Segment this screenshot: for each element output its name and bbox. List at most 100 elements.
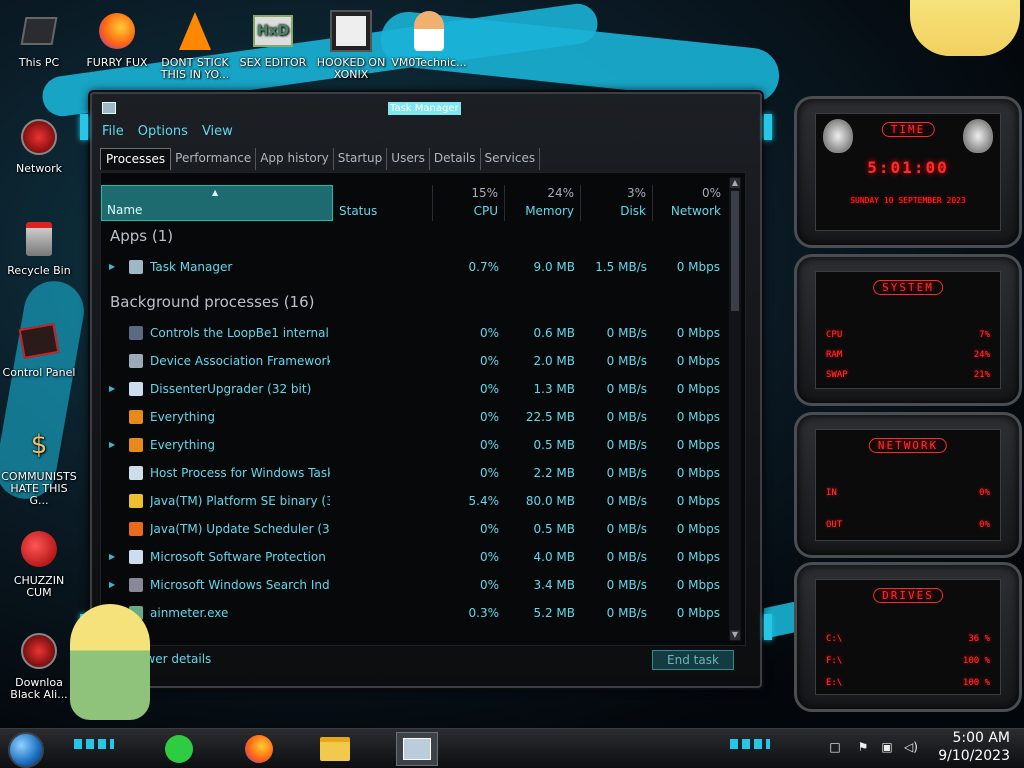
end-task-button[interactable]: End task [652,650,734,670]
column-header-cpu[interactable]: 15% CPU [433,185,505,221]
process-row[interactable]: ▶ Task Manager 0.7% 9.0 MB 1.5 MB/s 0 Mbps [101,253,727,281]
process-row[interactable]: ainmeter.exe 0.3% 5.2 MB 0 MB/s 0 Mbps [101,599,727,627]
desktop-icon-communists[interactable]: $ COMMUNISTS HATE THIS G... [0,422,78,507]
process-disk: 0 MB/s [606,466,647,480]
column-percent: 0% [701,186,721,200]
flag-icon[interactable]: ⚑ [856,740,870,754]
process-row[interactable]: ▶ Microsoft Software Protection P... 0% 4.0… [101,543,727,571]
firefox-taskbar-icon[interactable] [242,732,276,766]
start-button[interactable] [8,732,44,768]
process-row[interactable]: Everything 0% 22.5 MB 0 MB/s 0 Mbps [101,403,727,431]
notes-app-icon[interactable] [162,732,196,766]
desktop-icon-vm0technic[interactable]: VM0Technic... [390,8,468,69]
process-memory: 3.4 MB [533,578,575,592]
row-value: 0% [979,520,990,530]
taskbar-clock[interactable]: 5:00 AM 9/10/2023 [938,729,1010,765]
process-row[interactable]: Java(TM) Update Scheduler (32 ... 0% 0.5 M… [101,515,727,543]
clock-date: 9/10/2023 [938,748,1010,764]
column-header-disk[interactable]: 3% Disk [581,185,653,221]
tab-users[interactable]: Users [387,148,430,170]
process-row[interactable]: Host Process for Windows Tasks 0% 2.2 MB 0 … [101,459,727,487]
process-disk: 0 MB/s [606,550,647,564]
process-row[interactable]: Controls the LoopBe1 internal ... 0% 0.6 M… [101,319,727,347]
column-header-network[interactable]: 0% Network [653,185,727,221]
scroll-up-arrow-icon[interactable]: ▲ [730,178,740,188]
tab-details[interactable]: Details [430,148,481,170]
desktop-icon-hooked-on-xonix[interactable]: HOOKED ON XONIX [312,8,390,81]
menu-bar: File Options View [102,124,233,139]
desktop-icon-download-black[interactable]: Downloa Black Ali... [0,628,78,701]
tab-app-history[interactable]: App history [256,148,334,170]
process-network: 0 Mbps [676,522,720,536]
taskbar-accent [730,739,770,749]
alien-head-icon [963,119,993,153]
desktop-icon-label: HOOKED ON XONIX [316,56,386,81]
network-tray-icon[interactable]: ▣ [880,740,894,754]
menu-options[interactable]: Options [138,124,188,139]
process-row[interactable]: Device Association Framework ... 0% 2.0 MB… [101,347,727,375]
tab-services[interactable]: Services [481,148,541,170]
desktop-icon-this-pc[interactable]: This PC [0,8,78,69]
desktop-icon-recycle-bin[interactable]: Recycle Bin [0,216,78,277]
expand-arrow-icon[interactable]: ▶ [109,431,117,459]
process-rows: Apps (1) ▶ Task Manager 0.7% 9.0 MB 1.5 MB/s… [101,225,727,635]
frame-accent [764,114,772,140]
scroll-down-arrow-icon[interactable]: ▼ [730,630,740,640]
desktop-icon-sex-editor[interactable]: HxD SEX EDITOR [234,8,312,69]
system-gadget: SYSTEM CPU 7% RAM 24% SWAP 21% [794,254,1022,406]
expand-arrow-icon[interactable]: ▶ [109,571,117,599]
system-cpu-row: CPU 7% [826,330,990,340]
process-row[interactable]: Java(TM) Platform SE binary (32... 5.4% 80… [101,487,727,515]
gadget-title: DRIVES [873,588,943,603]
file-explorer-icon[interactable] [318,732,352,766]
process-name: Task Manager [150,260,233,274]
column-header-memory[interactable]: 24% Memory [505,185,581,221]
process-memory: 9.0 MB [533,260,575,274]
process-disk: 0 MB/s [606,410,647,424]
scroll-thumb[interactable] [731,191,739,311]
process-row[interactable]: ▶ Everything 0% 0.5 MB 0 MB/s 0 Mbps [101,431,727,459]
process-row[interactable]: ▶ Microsoft Windows Search Inde... 0% 3.4 M… [101,571,727,599]
process-row[interactable]: ▶ DissenterUpgrader (32 bit) 0% 1.3 MB 0 MB/… [101,375,727,403]
tab-processes[interactable]: Processes [100,148,172,170]
column-header-status[interactable]: Status [333,185,433,221]
menu-file[interactable]: File [102,124,124,139]
expand-arrow-icon[interactable]: ▶ [109,253,117,281]
tab-startup[interactable]: Startup [334,148,388,170]
process-disk: 0 MB/s [606,326,647,340]
volume-icon[interactable]: ◁) [904,740,918,754]
task-manager-app-icon[interactable] [102,102,116,114]
column-label: Name [107,203,143,217]
desktop-icon-furry-fux[interactable]: FURRY FUX [78,8,156,69]
column-percent: 3% [626,186,646,200]
tab-performance[interactable]: Performance [171,148,257,170]
process-disk: 0 MB/s [606,354,647,368]
vertical-scrollbar[interactable]: ▲ ▼ [729,177,741,641]
desktop-icon-control-panel[interactable]: Control Panel [0,318,78,379]
alien-head-icon [823,119,853,153]
show-desktop-icon[interactable]: □ [828,740,842,754]
doctor-icon [406,8,452,54]
expand-arrow-icon[interactable]: ▶ [109,543,117,571]
sort-caret-icon: ▲ [212,188,219,197]
process-memory: 0.5 MB [533,522,575,536]
row-label: OUT [826,520,843,530]
process-memory: 80.0 MB [525,494,575,508]
desktop-icon-dont-stick[interactable]: DONT STICK THIS IN YO... [156,8,234,81]
gadget-screen: DRIVES C:\ 36 % F:\ 100 % E:\ 100 % [815,579,1001,695]
desktop-icon-network[interactable]: Network [0,114,78,175]
menu-view[interactable]: View [202,124,233,139]
row-value: 7% [979,330,990,340]
process-icon [129,438,143,452]
expand-arrow-icon[interactable]: ▶ [109,375,117,403]
drive-e-row: E:\ 100 % [826,678,990,688]
task-manager-taskbar-icon[interactable] [396,732,438,766]
column-header-name[interactable]: ▲ Name [101,185,333,221]
gadget-title: SYSTEM [873,280,943,295]
process-network: 0 Mbps [676,354,720,368]
desktop-icon-chuzzin[interactable]: CHUZZIN CUM [0,526,78,599]
process-name: DissenterUpgrader (32 bit) [150,382,312,396]
gadget-clock: 5:01:00 [867,158,949,177]
gadget-screen: SYSTEM CPU 7% RAM 24% SWAP 21% [815,271,1001,389]
desktop-icon-label: SEX EDITOR [239,56,307,69]
